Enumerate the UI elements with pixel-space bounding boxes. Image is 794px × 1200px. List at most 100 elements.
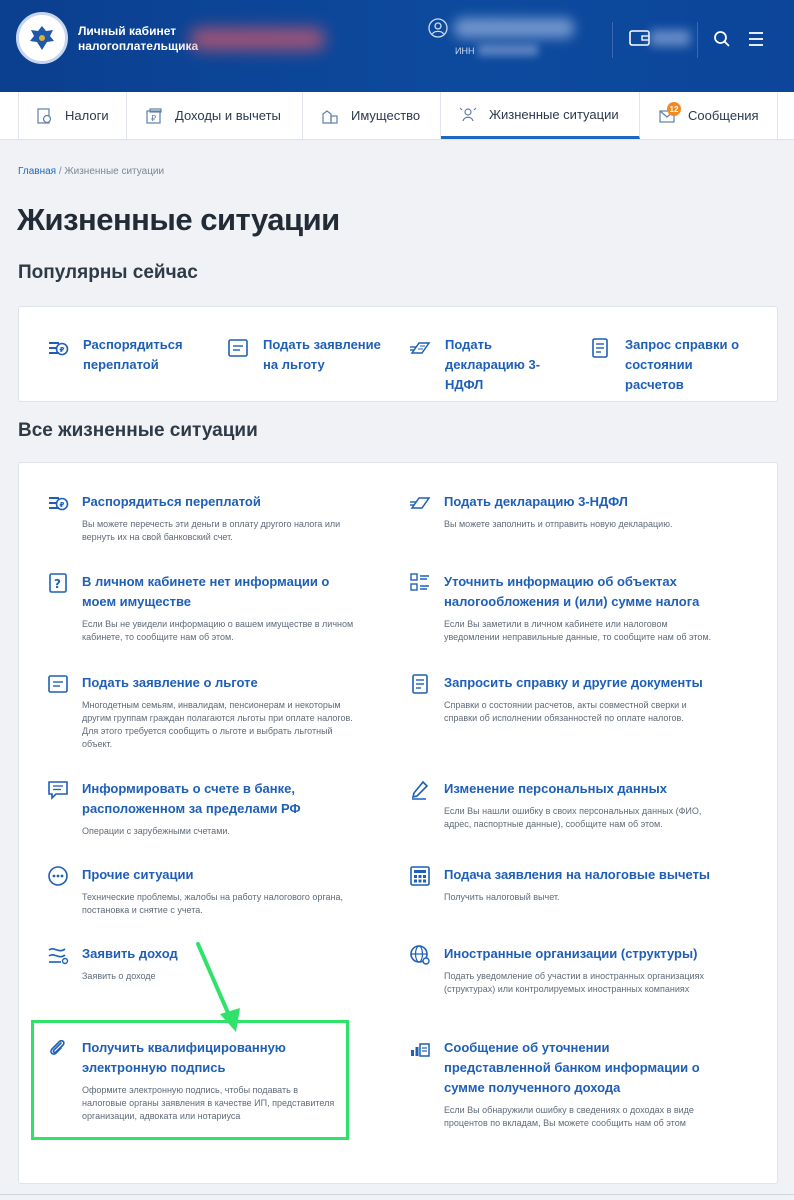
situation-item[interactable]: Подать декларацию 3-НДФЛ Вы можете заполн… [409,492,719,531]
popular-item[interactable]: Подать декларацию 3-НДФЛ [409,335,575,395]
tab-messages[interactable]: Сообщения [640,92,778,139]
popular-card: ₽ Распорядиться переплатой Подать заявле… [18,306,778,402]
redacted-inn [478,44,538,56]
situation-item[interactable]: Подать заявление о льготе Многодетным сем… [47,673,357,751]
situation-title: Сообщение об уточнении представленной ба… [444,1040,700,1095]
redacted-user-name[interactable] [454,18,574,38]
situation-item[interactable]: Запросить справку и другие документы Спра… [409,673,719,725]
tab-label: Налоги [65,108,109,123]
situation-title: Прочие ситуации [82,867,194,882]
svg-text:?: ? [54,577,61,591]
header-divider [697,22,698,58]
chat-icon [48,781,68,800]
popular-section-title: Популярны сейчас [18,262,198,283]
svg-text:₽: ₽ [60,501,65,509]
tab-label: Имущество [351,108,421,123]
situation-description: Вы можете перечесть эти деньги в оплату … [82,519,341,542]
situation-title: В личном кабинете нет информации о моем … [82,574,330,609]
brand-line-1: Личный кабинет [78,24,177,38]
breadcrumb: Главная / Жизненные ситуации [18,166,164,177]
inn-label: ИНН [455,46,475,56]
situation-title: Иностранные организации (структуры) [444,946,698,961]
situation-item[interactable]: Информировать о счете в банке, расположе… [47,779,357,838]
situation-description: Заявить о доходе [82,971,156,981]
declaration-icon [410,497,431,509]
situation-item[interactable]: Прочие ситуации Технические проблемы, жал… [47,865,357,917]
popular-item[interactable]: Запрос справки о состоянии расчетов [589,335,755,395]
situation-title: Запросить справку и другие документы [444,675,703,690]
situation-description: Справки о состоянии расчетов, акты совме… [444,700,687,723]
popular-item-label: Подать заявление на льготу [263,337,381,372]
redacted-region [190,28,325,50]
situation-title: Информировать о счете в банке, расположе… [82,781,301,816]
situation-item[interactable]: Иностранные организации (структуры) Подат… [409,944,719,996]
wallet-icon[interactable] [628,28,652,48]
certificate-request-icon [592,338,608,358]
declaration-icon [410,342,431,354]
breadcrumb-home-link[interactable]: Главная [18,166,56,177]
messages-count-badge: 12 [667,102,681,116]
breadcrumb-current: Жизненные ситуации [64,166,165,177]
overpayment-icon: ₽ [49,342,69,356]
tab-label: Доходы и вычеты [175,108,281,123]
situation-item[interactable]: Подача заявления на налоговые вычеты Полу… [409,865,719,904]
tab-property[interactable]: Имущество [303,92,441,139]
situation-description: Технические проблемы, жалобы на работу н… [82,892,343,915]
life-situations-icon [459,107,477,122]
tab-life-situations[interactable]: Жизненные ситуации [441,92,640,139]
page-title: Жизненные ситуации [17,202,340,237]
tab-label: Сообщения [688,108,759,123]
popular-item[interactable]: ₽ Распорядиться переплатой [47,335,213,375]
situation-description: Если Вы обнаружили ошибку в сведениях о … [444,1105,694,1128]
situation-description: Вы можете заполнить и отправить новую де… [444,519,673,529]
popular-item-label: Распорядиться переплатой [83,337,183,372]
situation-description: Многодетным семьям, инвалидам, пенсионер… [82,700,353,749]
calculator-icon [410,866,430,886]
situation-description: Операции с зарубежными счетами. [82,826,230,836]
main-nav: Налоги ₽ Доходы и вычеты Имущество Жизне… [0,92,794,140]
pen-icon [411,780,429,800]
annotation-arrow-icon [196,942,240,1032]
svg-text:₽: ₽ [60,346,65,354]
question-icon: ? [49,573,67,593]
redacted-balance [650,30,690,46]
page-bottom-divider [0,1194,794,1195]
situation-description: Если Вы нашли ошибку в своих персональны… [444,806,702,829]
property-icon [322,109,338,124]
situation-description: Получить налоговый вычет. [444,892,560,902]
situation-title: Подача заявления на налоговые вычеты [444,867,711,882]
situation-title: Подать декларацию 3-НДФЛ [444,494,628,509]
brand-title[interactable]: Личный кабинет налогоплательщика [78,24,198,54]
popular-item-label: Запрос справки о состоянии расчетов [625,337,740,392]
hamburger-menu-icon[interactable] [747,31,765,47]
situation-item[interactable]: ? В личном кабинете нет информации о мое… [47,572,357,644]
brand-line-2: налогоплательщика [78,39,199,53]
search-icon[interactable] [713,30,731,48]
situation-item[interactable]: Сообщение об уточнении представленной ба… [409,1038,719,1130]
user-icon[interactable] [428,18,448,38]
situation-title: Изменение персональных данных [444,781,667,796]
situation-title: Распорядиться переплатой [82,494,261,509]
header-divider [612,22,613,58]
situation-title: Подать заявление о льготе [82,675,258,690]
benefit-application-icon [48,675,68,693]
situation-item[interactable]: Уточнить информацию об объектах налогооб… [409,572,719,644]
benefit-application-icon [228,339,248,357]
document-icon [412,674,428,694]
globe-icon [410,945,430,965]
income-icon: ₽ [146,107,162,124]
bank-report-icon [411,1043,430,1057]
tab-taxes[interactable]: Налоги [18,92,127,139]
situation-item[interactable]: Изменение персональных данных Если Вы наш… [409,779,719,831]
situation-item[interactable]: ₽ Распорядиться переплатой Вы можете пере… [47,492,357,544]
checklist-icon [410,573,429,591]
popular-item-label: Подать декларацию 3-НДФЛ [445,337,541,392]
situation-title: Заявить доход [82,946,178,961]
situation-description: Если Вы не увидели информацию о вашем им… [82,619,354,642]
popular-item[interactable]: Подать заявление на льготу [227,335,393,375]
situation-title: Уточнить информацию об объектах налогооб… [444,574,700,609]
tab-income-deductions[interactable]: ₽ Доходы и вычеты [127,92,303,139]
more-icon [48,866,68,886]
fns-emblem-logo[interactable] [16,12,68,64]
top-header: Личный кабинет налогоплательщика ИНН [0,0,794,92]
